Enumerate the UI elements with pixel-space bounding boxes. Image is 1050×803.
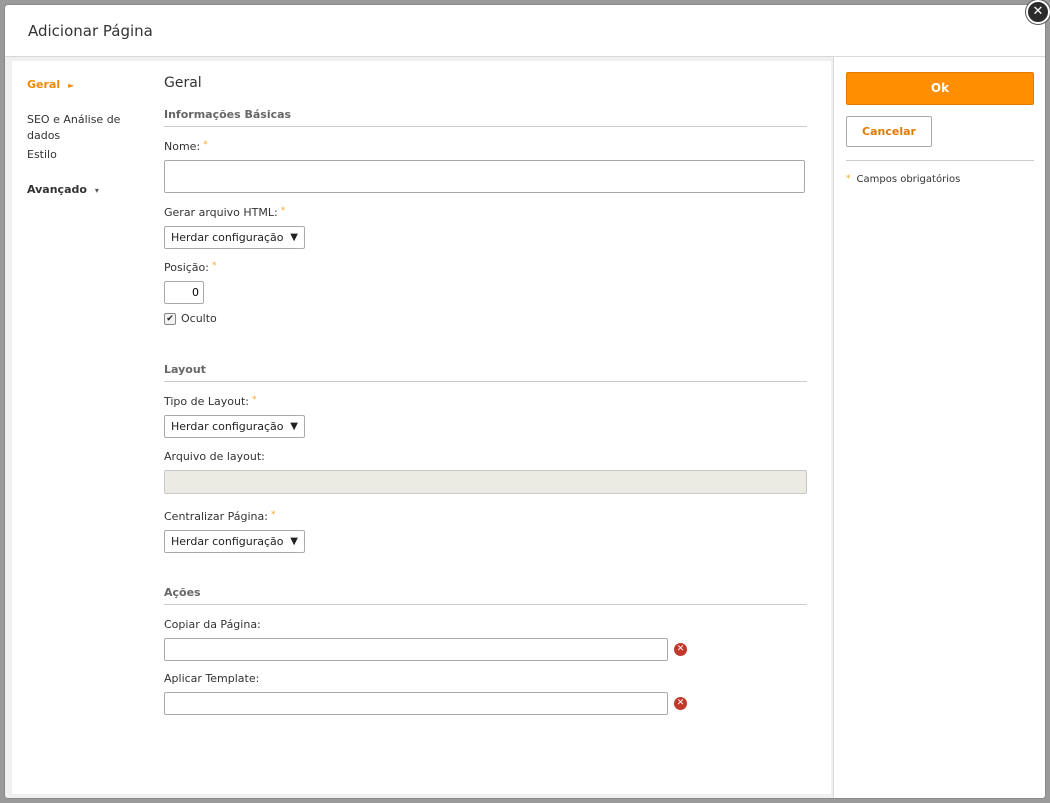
arrow-right-icon: ► (68, 81, 75, 90)
template-row: ✕ (164, 692, 807, 715)
divider (846, 160, 1034, 161)
nav-item-estilo[interactable]: Estilo (27, 147, 157, 182)
add-page-dialog: Adicionar Página Geral ► SEO e Análise de… (4, 4, 1046, 799)
nav-item-label: SEO e Análise de dados (27, 113, 121, 142)
copiar-row: ✕ (164, 638, 807, 661)
centralizar-select-value: Herdar configuração (171, 535, 284, 548)
nome-label-text: Nome: (164, 140, 201, 153)
cancel-button[interactable]: Cancelar (846, 116, 932, 147)
nav-item-seo[interactable]: SEO e Análise de dados (27, 112, 157, 147)
tipo-layout-label: Tipo de Layout: * (164, 395, 807, 408)
required-icon: * (211, 261, 217, 271)
required-icon: * (252, 395, 257, 405)
template-input[interactable] (164, 692, 668, 715)
posicao-label: Posição: * (164, 261, 807, 274)
copiar-input[interactable] (164, 638, 668, 661)
template-label: Aplicar Template: (164, 672, 260, 685)
posicao-label-text: Posição: (164, 261, 209, 274)
required-icon: * (270, 510, 276, 520)
nav-item-geral[interactable]: Geral ► (27, 77, 157, 112)
group-title-acoes: Ações (164, 586, 807, 605)
arquivo-layout-input (164, 470, 807, 494)
copiar-label: Copiar da Página: (164, 618, 261, 631)
tipo-layout-select[interactable]: Herdar configuração ▼ (164, 415, 305, 438)
tipo-layout-label-text: Tipo de Layout: (164, 395, 249, 408)
oculto-label: Oculto (181, 312, 217, 325)
dialog-header: Adicionar Página (5, 5, 1045, 57)
group-title-basic: Informações Básicas (164, 108, 807, 127)
ok-button[interactable]: Ok (846, 72, 1034, 105)
dialog-body: Geral ► SEO e Análise de dados Estilo Ava… (5, 57, 1045, 798)
clear-icon[interactable]: ✕ (674, 643, 687, 656)
group-title-layout: Layout (164, 363, 807, 382)
html-select[interactable]: Herdar configuração ▼ (164, 226, 305, 249)
form-content: Geral Informações Básicas Nome: * Gerar a… (164, 75, 807, 715)
tipo-layout-select-value: Herdar configuração (171, 420, 284, 433)
posicao-input[interactable] (164, 281, 204, 304)
nome-label: Nome: * (164, 140, 807, 153)
dropdown-arrow-icon: ▼ (290, 536, 298, 547)
centralizar-label-text: Centralizar Página: (164, 510, 268, 523)
nav-item-label: Geral (27, 78, 61, 91)
html-select-value: Herdar configuração (171, 231, 284, 244)
arquivo-layout-label: Arquivo de layout: (164, 450, 265, 463)
dropdown-arrow-icon: ▼ (290, 421, 298, 432)
html-label: Gerar arquivo HTML: * (164, 206, 807, 219)
form-panel: Geral ► SEO e Análise de dados Estilo Ava… (12, 61, 831, 794)
required-icon: * (203, 140, 208, 150)
required-note: * Campos obrigatórios (846, 174, 960, 185)
actions-panel: Ok Cancelar * Campos obrigatórios (833, 57, 1045, 798)
section-nav: Geral ► SEO e Análise de dados Estilo Ava… (27, 77, 157, 217)
required-note-text: Campos obrigatórios (856, 174, 961, 185)
nav-item-label: Avançado (27, 183, 87, 196)
required-icon: * (846, 174, 851, 184)
dialog-title: Adicionar Página (28, 21, 153, 40)
html-label-text: Gerar arquivo HTML: (164, 206, 278, 219)
nav-item-avancado[interactable]: Avançado ▾ (27, 182, 157, 217)
close-icon[interactable]: ✕ (1026, 0, 1050, 24)
centralizar-select[interactable]: Herdar configuração ▼ (164, 530, 305, 553)
centralizar-label: Centralizar Página: * (164, 510, 807, 523)
section-title: Geral (164, 75, 202, 91)
oculto-checkbox[interactable]: ✔ (164, 312, 176, 325)
clear-icon[interactable]: ✕ (674, 697, 687, 710)
oculto-row: ✔ Oculto (164, 312, 807, 325)
caret-down-icon: ▾ (94, 186, 99, 195)
dropdown-arrow-icon: ▼ (290, 232, 298, 243)
nome-input[interactable] (164, 160, 805, 193)
required-icon: * (280, 206, 286, 216)
nav-item-label: Estilo (27, 148, 57, 161)
